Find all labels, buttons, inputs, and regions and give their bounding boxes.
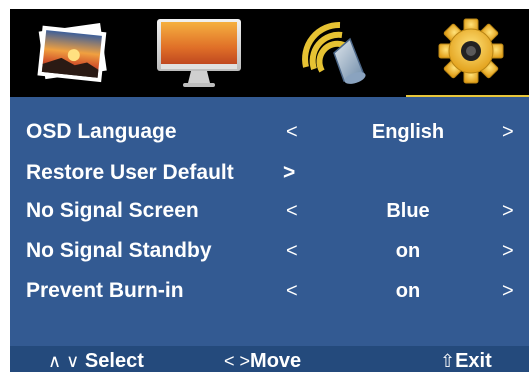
osd-language-prev-button[interactable]: <: [286, 114, 298, 150]
no-signal-screen-label: No Signal Screen: [26, 199, 199, 222]
exit-hint[interactable]: ⇧Exit: [440, 346, 492, 372]
move-hint-label: Move: [250, 350, 302, 372]
osd-menu: OSD Language < English > Restore User De…: [10, 9, 529, 372]
no-signal-screen-next-button[interactable]: >: [502, 193, 514, 229]
prevent-burn-in-label: Prevent Burn-in: [26, 279, 184, 302]
restore-default-label: Restore User Default: [26, 161, 234, 184]
no-signal-standby-next-button[interactable]: >: [502, 233, 514, 269]
footer-hint-bar: ∧ ∨ Select < >Move ⇧Exit: [10, 346, 529, 372]
left-right-arrows-icon: < >: [224, 351, 251, 371]
osd-language-label: OSD Language: [26, 120, 177, 143]
osd-language-value[interactable]: English: [330, 114, 486, 150]
exit-hint-label: Exit: [455, 350, 492, 372]
select-hint: ∧ ∨ Select: [48, 346, 144, 372]
tab-audio[interactable]: [292, 9, 382, 97]
gear-icon: [438, 18, 504, 84]
select-hint-label: Select: [84, 350, 144, 372]
tab-bar: [10, 9, 529, 97]
move-hint: < >Move: [224, 346, 301, 372]
setting-row-no-signal-standby[interactable]: No Signal Standby < on >: [10, 233, 529, 269]
up-down-arrows-icon: ∧ ∨: [48, 351, 80, 371]
selected-tab-underline: [406, 95, 529, 97]
setting-row-restore-default[interactable]: Restore User Default >: [10, 155, 529, 191]
tab-display[interactable]: [155, 9, 245, 97]
no-signal-screen-value[interactable]: Blue: [330, 193, 486, 229]
tab-setup[interactable]: [428, 9, 518, 97]
monitor-icon: [157, 19, 241, 87]
setting-row-prevent-burn-in[interactable]: Prevent Burn-in < on >: [10, 273, 529, 309]
no-signal-screen-prev-button[interactable]: <: [286, 193, 298, 229]
no-signal-standby-value[interactable]: on: [330, 233, 486, 269]
no-signal-standby-label: No Signal Standby: [26, 239, 212, 262]
prevent-burn-in-next-button[interactable]: >: [502, 273, 514, 309]
prevent-burn-in-prev-button[interactable]: <: [286, 273, 298, 309]
exit-icon: ⇧: [440, 351, 456, 371]
setting-row-osd-language[interactable]: OSD Language < English >: [10, 114, 529, 150]
osd-language-next-button[interactable]: >: [502, 114, 514, 150]
no-signal-standby-prev-button[interactable]: <: [286, 233, 298, 269]
setting-row-no-signal-screen[interactable]: No Signal Screen < Blue >: [10, 193, 529, 229]
tab-picture[interactable]: [28, 9, 118, 97]
photo-icon: [37, 22, 107, 83]
prevent-burn-in-value[interactable]: on: [330, 273, 486, 309]
restore-default-enter-button[interactable]: >: [283, 155, 295, 191]
speaker-icon: [302, 21, 366, 84]
